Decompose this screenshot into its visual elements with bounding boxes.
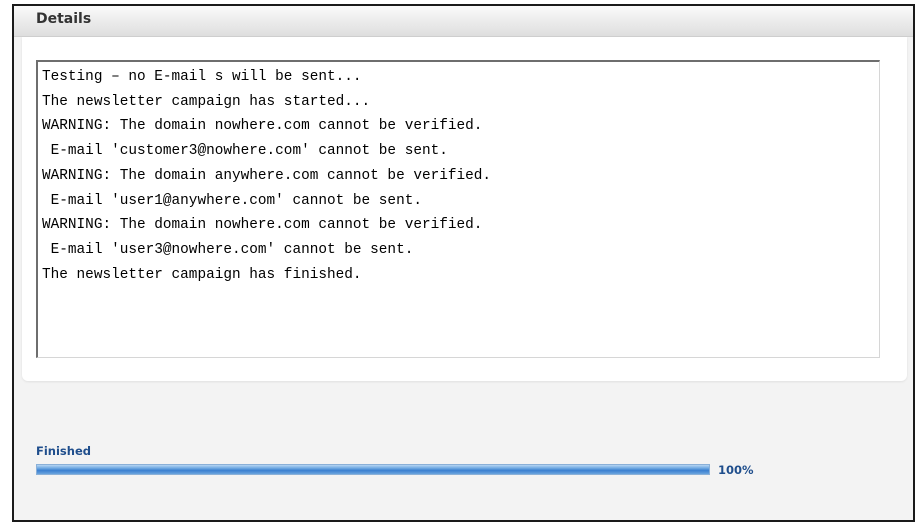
log-line: The newsletter campaign has started... [42, 93, 371, 110]
log-line: E-mail 'customer3@nowhere.com' cannot be… [42, 143, 448, 160]
log-line: The newsletter campaign has finished. [42, 266, 362, 283]
log-line: E-mail 'user3@nowhere.com' cannot be sen… [42, 241, 414, 258]
progress-section: Finished 100% [36, 444, 796, 484]
log-line: Testing – no E-mail s will be sent... [42, 69, 362, 85]
progress-status-label: Finished [36, 444, 91, 458]
progress-bar [36, 464, 710, 475]
log-line: WARNING: The domain anywhere.com cannot … [42, 167, 492, 184]
log-line: WARNING: The domain nowhere.com cannot b… [42, 118, 483, 135]
log-line: E-mail 'user1@anywhere.com' cannot be se… [42, 192, 422, 209]
details-title: Details [36, 11, 92, 27]
details-header: Details [14, 6, 913, 37]
details-panel: Testing – no E-mail s will be sent... Th… [22, 37, 907, 381]
log-textarea[interactable]: Testing – no E-mail s will be sent... Th… [36, 60, 880, 358]
campaign-details-window: Details Testing – no E-mail s will be se… [12, 4, 915, 522]
progress-bar-fill [37, 465, 709, 474]
log-line: WARNING: The domain nowhere.com cannot b… [42, 217, 483, 234]
progress-percent: 100% [718, 463, 754, 477]
